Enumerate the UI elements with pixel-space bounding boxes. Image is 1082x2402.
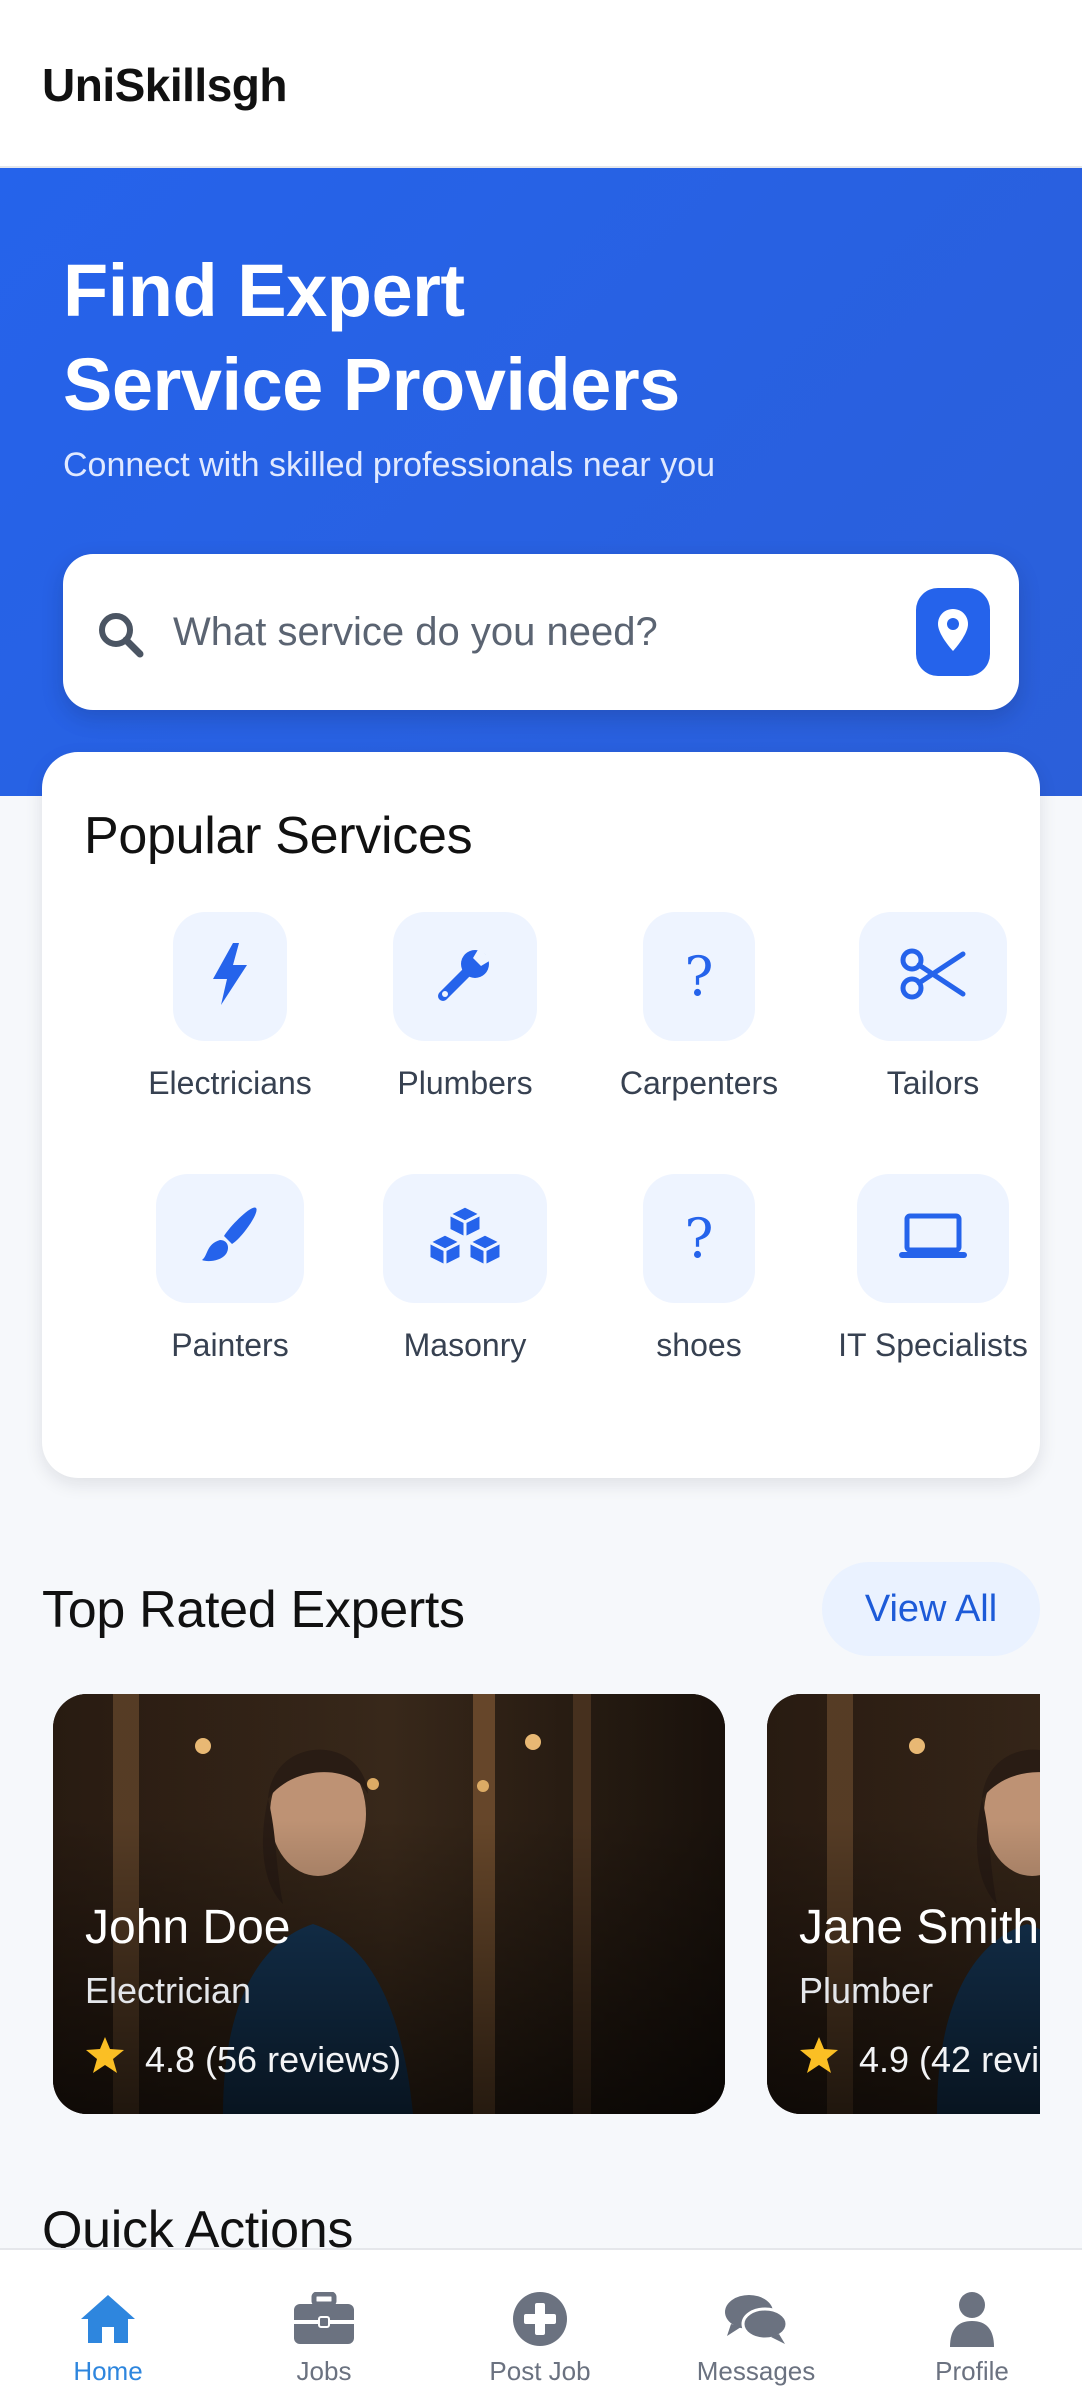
service-tile: ? xyxy=(643,912,755,1041)
nav-messages[interactable]: Messages xyxy=(648,2250,864,2402)
nav-label: Jobs xyxy=(296,2356,352,2386)
service-tile xyxy=(173,912,287,1041)
expert-rating-text: 4.8 (56 reviews) xyxy=(145,2038,402,2080)
popular-services-card: Popular Services Electricians Plumbers ? xyxy=(42,752,1040,1478)
expert-card[interactable]: Jane Smith Plumber 4.9 (42 reviews) xyxy=(767,1694,1040,2114)
service-label: Masonry xyxy=(403,1327,527,1363)
expert-rating-text: 4.9 (42 reviews) xyxy=(859,2038,1040,2080)
question-icon: ? xyxy=(684,945,714,1008)
service-tile xyxy=(383,1174,547,1303)
expert-name: Jane Smith xyxy=(799,1901,1040,1954)
expert-role: Plumber xyxy=(799,1970,934,2011)
nav-label: Home xyxy=(73,2356,143,2386)
service-tile xyxy=(393,912,537,1041)
nav-label: Messages xyxy=(696,2356,816,2386)
service-tile: ? xyxy=(643,1174,755,1303)
top-rated-experts-title: Top Rated Experts xyxy=(42,1581,465,1639)
nav-profile[interactable]: Profile xyxy=(864,2250,1080,2402)
question-icon: ? xyxy=(684,1207,714,1270)
service-shoes[interactable]: ? shoes xyxy=(584,1174,814,1364)
service-label: Electricians xyxy=(148,1065,312,1101)
cubes-icon xyxy=(425,1204,505,1273)
wrench-icon xyxy=(435,944,495,1009)
map-pin-icon xyxy=(936,607,970,658)
nav-post-job[interactable]: Post Job xyxy=(432,2250,648,2402)
expert-rating: 4.9 (42 reviews) xyxy=(799,2036,1040,2083)
scissors-icon xyxy=(899,946,967,1007)
service-label: Tailors xyxy=(886,1065,980,1101)
experts-carousel[interactable]: John Doe Electrician 4.8 (56 reviews) Ja… xyxy=(0,1694,1040,2118)
user-icon xyxy=(948,2290,996,2348)
service-label: shoes xyxy=(656,1327,742,1363)
comments-icon xyxy=(723,2290,789,2348)
expert-name: John Doe xyxy=(85,1901,291,1954)
home-icon xyxy=(79,2290,137,2348)
service-label: IT Specialists xyxy=(838,1327,1028,1363)
briefcase-icon xyxy=(292,2290,356,2348)
service-label: Carpenters xyxy=(619,1065,779,1101)
paint-brush-icon xyxy=(198,1204,262,1273)
star-icon xyxy=(85,2036,145,2083)
app-title: UniSkillsgh xyxy=(42,59,287,111)
service-plumbers[interactable]: Plumbers xyxy=(350,912,580,1102)
expert-card[interactable]: John Doe Electrician 4.8 (56 reviews) xyxy=(53,1694,725,2114)
search-input[interactable] xyxy=(173,596,953,668)
nav-label: Profile xyxy=(935,2356,1009,2386)
service-tile xyxy=(156,1174,304,1303)
hero-subtitle: Connect with skilled professionals near … xyxy=(63,446,716,484)
search-icon xyxy=(93,607,149,663)
service-tailors[interactable]: Tailors xyxy=(818,912,1048,1102)
service-label: Painters xyxy=(171,1327,289,1363)
plus-circle-icon xyxy=(512,2290,568,2348)
hero-title: Find Expert Service Providers xyxy=(63,244,680,432)
hero-title-line-2: Service Providers xyxy=(63,343,680,426)
expert-role: Electrician xyxy=(85,1970,252,2011)
app-header: UniSkillsgh xyxy=(0,0,1082,168)
laptop-icon xyxy=(897,1212,969,1265)
view-all-button[interactable]: View All xyxy=(822,1562,1040,1656)
popular-services-title: Popular Services xyxy=(84,807,473,865)
service-electricians[interactable]: Electricians xyxy=(115,912,345,1102)
nav-label: Post Job xyxy=(489,2356,591,2386)
service-tile xyxy=(857,1174,1009,1303)
location-button[interactable] xyxy=(916,588,990,676)
expert-rating: 4.8 (56 reviews) xyxy=(85,2036,401,2083)
service-masonry[interactable]: Masonry xyxy=(350,1174,580,1364)
search-bar[interactable] xyxy=(63,554,1019,710)
nav-home[interactable]: Home xyxy=(0,2250,216,2402)
service-carpenters[interactable]: ? Carpenters xyxy=(584,912,814,1102)
service-label: Plumbers xyxy=(397,1065,533,1101)
service-painters[interactable]: Painters xyxy=(115,1174,345,1364)
service-it-specialists[interactable]: IT Specialists xyxy=(818,1174,1048,1364)
service-tile xyxy=(859,912,1007,1041)
bottom-nav: Home Jobs Post Job Messages Profile xyxy=(0,2248,1082,2402)
nav-jobs[interactable]: Jobs xyxy=(216,2250,432,2402)
hero-title-line-1: Find Expert xyxy=(63,249,465,332)
bolt-icon xyxy=(211,943,249,1010)
star-icon xyxy=(799,2036,859,2083)
